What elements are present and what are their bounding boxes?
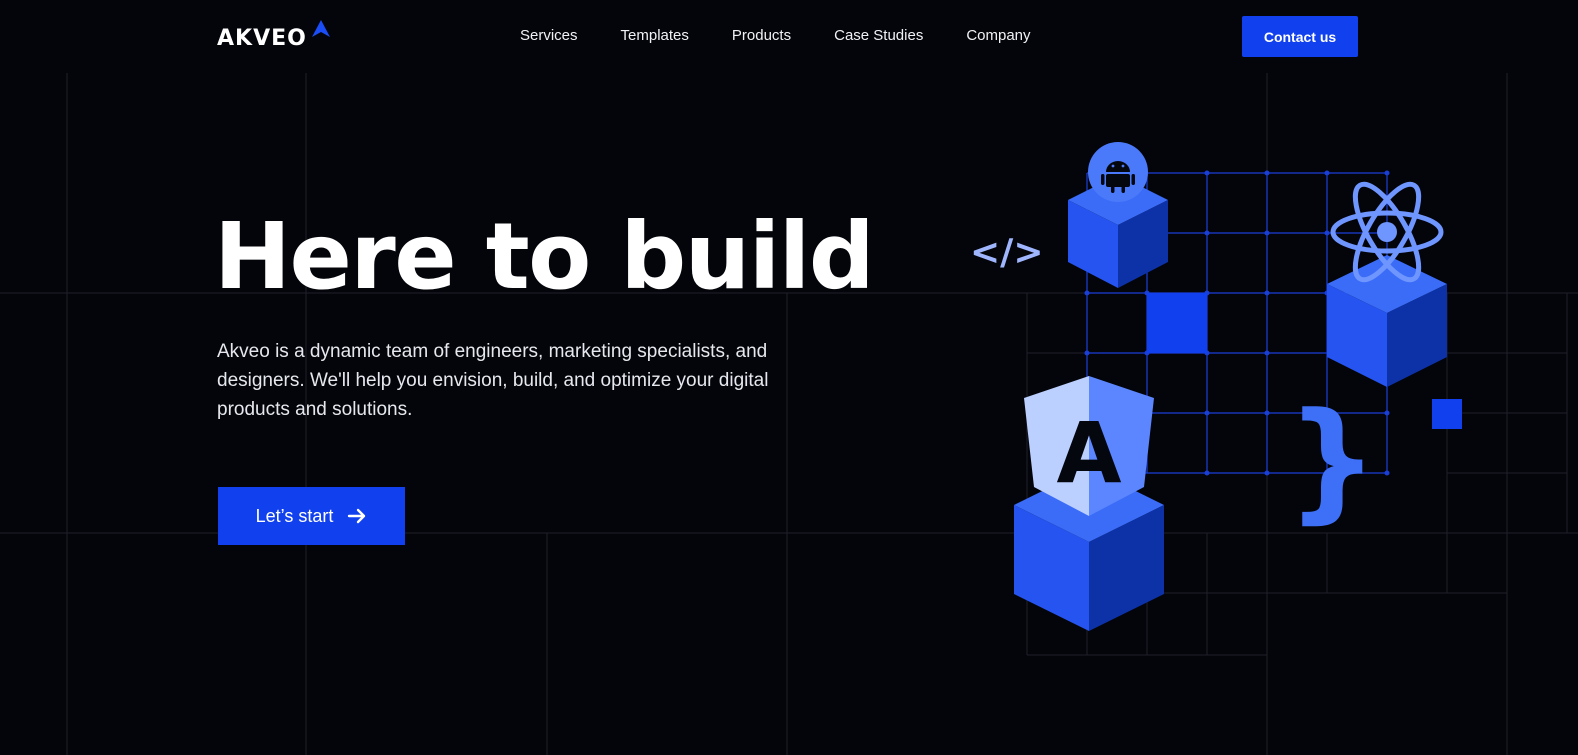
android-icon — [1088, 142, 1148, 202]
nav-item-products[interactable]: Products — [732, 26, 791, 46]
contact-us-button[interactable]: Contact us — [1242, 16, 1358, 57]
site-header: AKVEO Services Templates Products Case S… — [0, 0, 1578, 73]
nav-item-services[interactable]: Services — [520, 26, 578, 46]
hero-description: Akveo is a dynamic team of engineers, ma… — [217, 341, 769, 420]
nav-item-templates[interactable]: Templates — [621, 26, 689, 46]
main-nav: Services Templates Products Case Studies… — [520, 26, 1031, 46]
logo-triangle-icon — [312, 20, 330, 37]
arrow-right-icon — [348, 508, 366, 524]
angular-letter: A — [1056, 404, 1121, 502]
hero-title: Here to build — [214, 203, 875, 310]
hero-illustration: </> } A — [970, 142, 1462, 631]
nav-item-company[interactable]: Company — [966, 26, 1030, 46]
code-tag-icon: </> — [970, 232, 1043, 273]
curly-brace-icon: } — [1286, 384, 1379, 536]
accent-square-large — [1147, 293, 1207, 353]
nav-item-case-studies[interactable]: Case Studies — [834, 26, 923, 46]
accent-square-small — [1432, 399, 1462, 429]
react-cube — [1327, 255, 1447, 387]
brand-name: AKVEO — [217, 26, 307, 51]
lets-start-button[interactable]: Let’s start — [218, 487, 405, 545]
lets-start-label: Let’s start — [255, 505, 334, 526]
brand-logo[interactable]: AKVEO — [217, 20, 330, 54]
